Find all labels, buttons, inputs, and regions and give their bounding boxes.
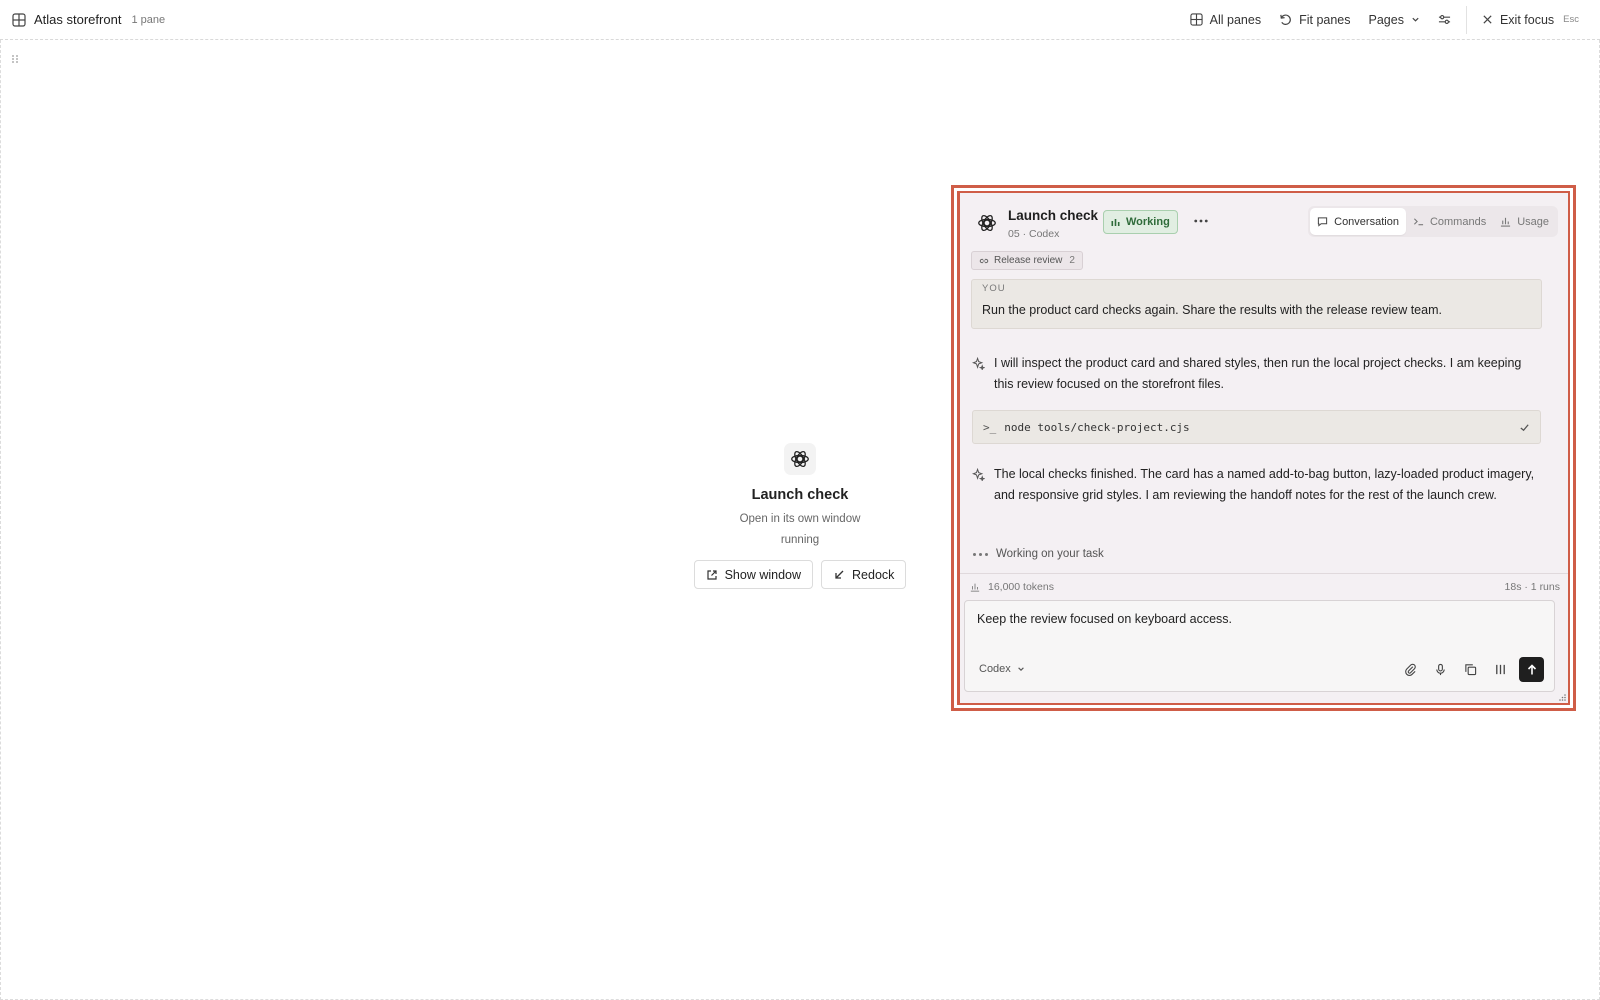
run-stats: 18s · 1 runs bbox=[1504, 580, 1560, 593]
show-window-label: Show window bbox=[724, 567, 802, 582]
user-message-label: YOU bbox=[982, 283, 1006, 294]
settings-button[interactable] bbox=[1429, 0, 1460, 40]
drag-handle-icon[interactable] bbox=[11, 54, 19, 64]
assistant-message-text: The local checks finished. The card has … bbox=[994, 467, 1535, 502]
agent-panel: Launch check 05 · Codex Working Conversa… bbox=[957, 191, 1570, 705]
placeholder-actions: Show window Redock bbox=[693, 560, 907, 589]
sliders-icon bbox=[1438, 15, 1451, 24]
tab-usage-label: Usage bbox=[1517, 215, 1549, 228]
command-prompt: >_ bbox=[983, 420, 997, 434]
pane-count: 1 pane bbox=[131, 13, 166, 26]
redock-button[interactable]: Redock bbox=[821, 560, 907, 589]
token-count: 16,000 tokens bbox=[988, 580, 1054, 593]
check-icon bbox=[1520, 423, 1529, 431]
copy-button[interactable] bbox=[1459, 659, 1481, 681]
panel-header: Launch check 05 · Codex Working Conversa… bbox=[960, 193, 1568, 251]
chip-label: Release review bbox=[994, 255, 1063, 266]
copy-icon bbox=[1464, 664, 1476, 676]
terminal-icon bbox=[1413, 218, 1424, 226]
openai-logo-icon bbox=[791, 450, 809, 468]
all-panes-label: All panes bbox=[1209, 12, 1262, 27]
openai-logo-icon bbox=[978, 214, 996, 232]
undocked-pane-placeholder: Launch check Open in its own window runn… bbox=[690, 443, 910, 589]
rotate-icon bbox=[1280, 14, 1291, 25]
tab-commands[interactable]: Commands bbox=[1406, 208, 1493, 235]
microphone-icon bbox=[1435, 663, 1445, 676]
agent-avatar bbox=[974, 210, 1000, 236]
top-bar-actions: All panes Fit panes Pages Exit focus Esc bbox=[1181, 0, 1588, 40]
command-block[interactable]: >_ node tools/check-project.cjs bbox=[972, 410, 1541, 444]
fit-panes-button[interactable]: Fit panes bbox=[1270, 0, 1359, 40]
command-text: node tools/check-project.cjs bbox=[1004, 420, 1190, 434]
attach-button[interactable] bbox=[1399, 659, 1421, 681]
send-button[interactable] bbox=[1519, 657, 1544, 682]
exit-focus-label: Exit focus bbox=[1499, 12, 1555, 27]
user-message-text: Run the product card checks again. Share… bbox=[982, 303, 1442, 317]
assistant-message: The local checks finished. The card has … bbox=[971, 464, 1542, 505]
placeholder-status: running bbox=[780, 534, 820, 546]
linked-review-chip[interactable]: Release review 2 bbox=[971, 251, 1083, 270]
activity-bars-icon bbox=[1111, 218, 1120, 226]
model-select[interactable]: Codex bbox=[977, 661, 1027, 677]
grid-icon bbox=[12, 12, 26, 27]
more-options-button[interactable] bbox=[1191, 213, 1211, 229]
resize-handle-icon[interactable] bbox=[1558, 693, 1567, 702]
status-badge: Working bbox=[1103, 210, 1178, 234]
microphone-button[interactable] bbox=[1429, 659, 1451, 681]
workspace-title: Atlas storefront bbox=[34, 12, 122, 27]
bar-chart-icon bbox=[1501, 217, 1511, 227]
tab-conversation[interactable]: Conversation bbox=[1310, 208, 1406, 235]
more-horizontal-icon bbox=[1194, 219, 1208, 223]
panel-meta: 05 · Codex bbox=[1008, 228, 1060, 240]
usage-bar: 16,000 tokens 18s · 1 runs bbox=[960, 573, 1568, 599]
message-composer[interactable]: Keep the review focused on keyboard acce… bbox=[964, 600, 1555, 692]
chevron-down-icon bbox=[1412, 17, 1419, 22]
status-label: Working bbox=[1126, 216, 1170, 228]
chip-count: 2 bbox=[1069, 255, 1075, 266]
columns-button[interactable] bbox=[1489, 659, 1511, 681]
sparkle-icon bbox=[972, 468, 985, 481]
sparkle-icon bbox=[972, 357, 985, 370]
arrow-up-icon bbox=[1527, 663, 1536, 674]
assistant-message-text: I will inspect the product card and shar… bbox=[994, 356, 1522, 391]
grid-icon bbox=[1190, 13, 1203, 26]
tab-commands-label: Commands bbox=[1429, 215, 1487, 228]
model-label: Codex bbox=[979, 663, 1011, 675]
show-window-button[interactable]: Show window bbox=[693, 560, 814, 589]
pages-dropdown[interactable]: Pages bbox=[1360, 0, 1429, 40]
arrow-down-left-icon bbox=[835, 570, 844, 579]
tab-conversation-label: Conversation bbox=[1334, 215, 1399, 228]
workspace-header: Atlas storefront 1 pane bbox=[12, 12, 165, 27]
redock-label: Redock bbox=[852, 567, 895, 582]
composer-input[interactable]: Keep the review focused on keyboard acce… bbox=[977, 612, 1232, 626]
working-text: Working on your task bbox=[996, 548, 1104, 560]
placeholder-title: Launch check bbox=[751, 487, 849, 503]
link-icon bbox=[979, 258, 989, 263]
tab-usage[interactable]: Usage bbox=[1493, 208, 1556, 235]
exit-shortcut: Esc bbox=[1563, 14, 1579, 25]
loading-dots-icon bbox=[973, 552, 988, 556]
pages-label: Pages bbox=[1368, 12, 1404, 27]
working-indicator: Working on your task bbox=[973, 548, 1104, 560]
all-panes-button[interactable]: All panes bbox=[1181, 0, 1270, 40]
external-link-icon bbox=[706, 569, 717, 580]
placeholder-subtitle: Open in its own window bbox=[739, 513, 861, 525]
fit-panes-label: Fit panes bbox=[1299, 12, 1351, 27]
bar-chart-icon bbox=[970, 583, 980, 592]
panel-tabs: Conversation Commands Usage bbox=[1308, 206, 1558, 237]
composer-actions bbox=[1399, 657, 1544, 682]
assistant-message: I will inspect the product card and shar… bbox=[971, 353, 1542, 394]
chevron-down-icon bbox=[1018, 667, 1024, 671]
divider bbox=[1465, 5, 1467, 34]
exit-focus-button[interactable]: Exit focus Esc bbox=[1473, 0, 1588, 40]
paperclip-icon bbox=[1404, 663, 1416, 676]
agent-logo bbox=[784, 443, 816, 475]
columns-icon bbox=[1495, 664, 1505, 675]
chat-bubble-icon bbox=[1317, 217, 1328, 227]
user-message: YOU Run the product card checks again. S… bbox=[971, 279, 1542, 329]
panel-title: Launch check bbox=[1008, 208, 1099, 223]
top-bar: Atlas storefront 1 pane All panes Fit pa… bbox=[0, 0, 1600, 40]
close-icon bbox=[1483, 15, 1492, 24]
